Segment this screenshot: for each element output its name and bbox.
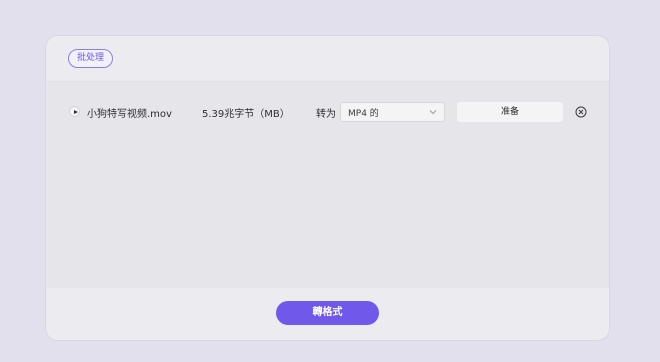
file-status-button[interactable]: 准备 [457,102,563,122]
play-icon [73,109,78,114]
file-name: 小狗特写视频.mov [87,109,172,120]
panel-footer: 轉格式 [46,288,609,340]
convert-button[interactable]: 轉格式 [276,301,379,325]
converter-panel: 批处理 小狗特写视频.mov 5.39兆字节（MB） 转为 MP4 的 准备 轉… [46,36,609,340]
output-format-select[interactable]: MP4 的 [340,102,445,122]
close-circle-icon[interactable] [575,106,587,118]
output-format-value: MP4 的 [348,109,379,119]
file-list: 小狗特写视频.mov 5.39兆字节（MB） 转为 MP4 的 准备 [46,82,609,288]
batch-process-button[interactable]: 批处理 [68,49,114,68]
panel-header: 批处理 [46,36,609,82]
file-row: 小狗特写视频.mov 5.39兆字节（MB） 转为 MP4 的 准备 [46,102,609,122]
chevron-down-icon [429,110,437,115]
convert-to-label: 转为 [316,109,336,120]
play-preview-button[interactable] [69,106,80,117]
file-size: 5.39兆字节（MB） [202,109,290,120]
